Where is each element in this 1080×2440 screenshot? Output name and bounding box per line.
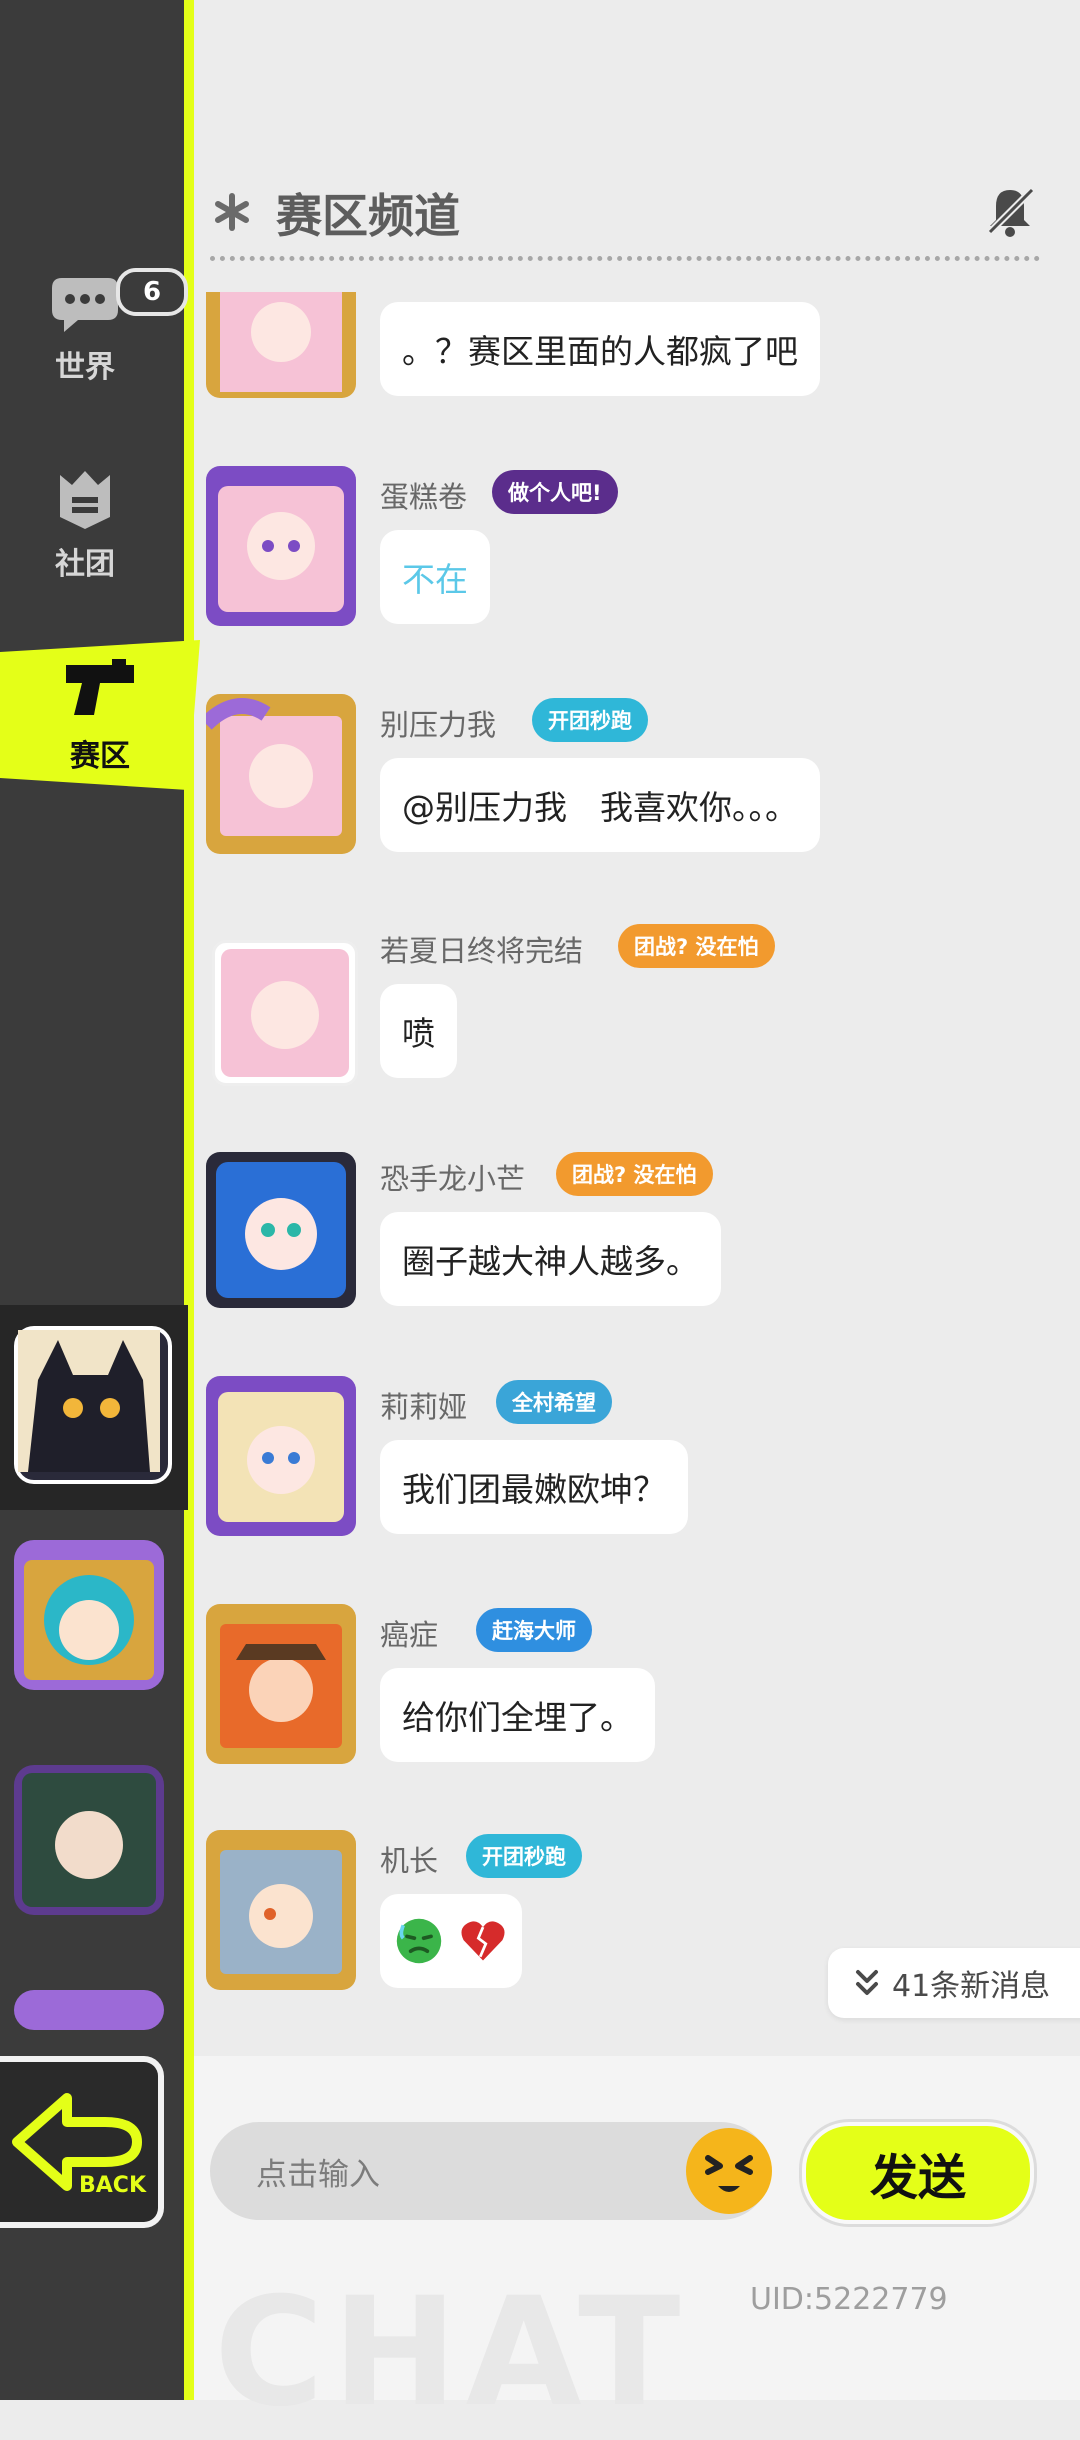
message-bubble[interactable]: 喷 [380,984,457,1078]
user-title-badge: 赶海大师 [476,1608,592,1652]
page-title: 赛区频道 [276,189,460,243]
user-avatar[interactable] [206,466,356,626]
chat-message: 。？赛区里面的人都疯了吧 [196,292,1076,402]
message-bubble[interactable]: @别压力我 我喜欢你。。。 [380,758,820,852]
chat-message: 别压力我 开团秒跑 @别压力我 我喜欢你。。。 [196,694,1076,864]
conversation-avatar[interactable] [14,1990,164,2030]
username: 恐手龙小芒 [380,1162,526,1196]
back-arrow-icon: BACK [12,2093,147,2198]
sick-face-emoji-icon [396,1918,442,1964]
avatar-image [220,1850,342,1974]
user-avatar[interactable] [206,1152,356,1308]
avatar-image [24,1560,154,1680]
user-avatar[interactable] [206,1830,356,1990]
user-avatar[interactable] [206,1604,356,1764]
unread-count-badge: 6 [116,268,188,316]
new-messages-indicator[interactable]: 41条新消息 [828,1948,1080,2018]
chat-message: 蛋糕卷 做个人吧! 不在 [196,466,1076,636]
message-bubble[interactable] [380,1894,522,1988]
mute-bell-icon[interactable] [982,184,1038,240]
chat-message: 恐手龙小芒 团战? 没在怕 圈子越大神人越多。 [196,1148,1076,1318]
back-label: BACK [79,2173,147,2198]
sidebar-item-label: 赛区 [70,739,130,774]
avatar-image [218,1392,344,1522]
message-bubble[interactable]: 。？赛区里面的人都疯了吧 [380,302,820,396]
conversation-avatar[interactable] [14,1540,164,1690]
emoji-face-icon [705,2155,753,2192]
user-avatar[interactable] [206,1376,356,1536]
emoji-button[interactable] [686,2128,772,2214]
gun-icon [66,659,134,715]
chat-watermark: CHAT [214,2266,689,2440]
sidebar: 世界 6 社团 赛区 BACK [0,0,200,2400]
asterisk-icon [215,193,249,231]
username: 蛋糕卷 [380,480,468,514]
avatar-image [220,1624,342,1748]
user-title-badge: 团战? 没在怕 [556,1152,713,1196]
message-bubble[interactable]: 我们团最嫩欧坤？ [380,1440,688,1534]
sidebar-accent-stripe [184,0,194,2400]
user-avatar[interactable] [212,940,358,1086]
sidebar-item-label: 世界 [55,350,115,385]
username: 机长 [380,1844,439,1878]
avatar-image [220,292,342,392]
message-bubble[interactable]: 不在 [380,530,490,624]
username: 癌症 [380,1618,439,1652]
user-title-badge: 团战? 没在怕 [618,924,775,968]
header-divider [210,256,1040,261]
message-bubble[interactable]: 给你们全埋了。 [380,1668,655,1762]
message-bubble[interactable]: 圈子越大神人越多。 [380,1212,721,1306]
crown-shield-icon [60,471,110,529]
user-avatar[interactable] [206,292,356,398]
user-title-badge: 开团秒跑 [532,698,648,742]
username: 若夏日终将完结 [380,934,584,968]
avatar-image [218,486,344,612]
username: 莉莉娅 [380,1390,468,1424]
avatar-image [221,949,349,1077]
back-button[interactable]: BACK [0,2056,164,2228]
avatar-image [216,1162,346,1298]
user-avatar[interactable] [200,694,356,854]
chat-message: 若夏日终将完结 团战? 没在怕 喷 [196,920,1076,1090]
avatar-image [18,1330,160,1472]
sidebar-item-region[interactable]: 赛区 [0,640,200,790]
user-title-badge: 全村希望 [496,1380,612,1424]
chat-message: 癌症 赶海大师 给你们全埋了。 [196,1604,1076,1774]
conversation-avatar[interactable] [14,1765,164,1915]
sidebar-item-label: 社团 [55,547,115,582]
send-button[interactable]: 发送 [802,2122,1034,2224]
double-chevron-down-icon [856,1970,878,1995]
broken-heart-emoji-icon [461,1921,505,1961]
user-title-badge: 开团秒跑 [466,1834,582,1878]
avatar-image [200,698,342,836]
user-title-badge: 做个人吧! [492,470,618,514]
chat-bubble-icon [52,278,118,332]
channel-header: 赛区频道 [196,170,1056,261]
new-messages-label: 41条新消息 [892,1969,1051,2004]
chat-message: 莉莉娅 全村希望 我们团最嫩欧坤？ [196,1376,1076,1546]
username: 别压力我 [380,708,497,742]
sidebar-item-club[interactable]: 社团 [0,450,170,600]
conversation-avatar[interactable] [14,1326,172,1484]
user-id-label: UID:5222779 [750,2282,948,2317]
chat-input-bar: CHAT 点击输入 发送 UID:5222779 [194,2056,1080,2440]
avatar-image [22,1773,156,1907]
